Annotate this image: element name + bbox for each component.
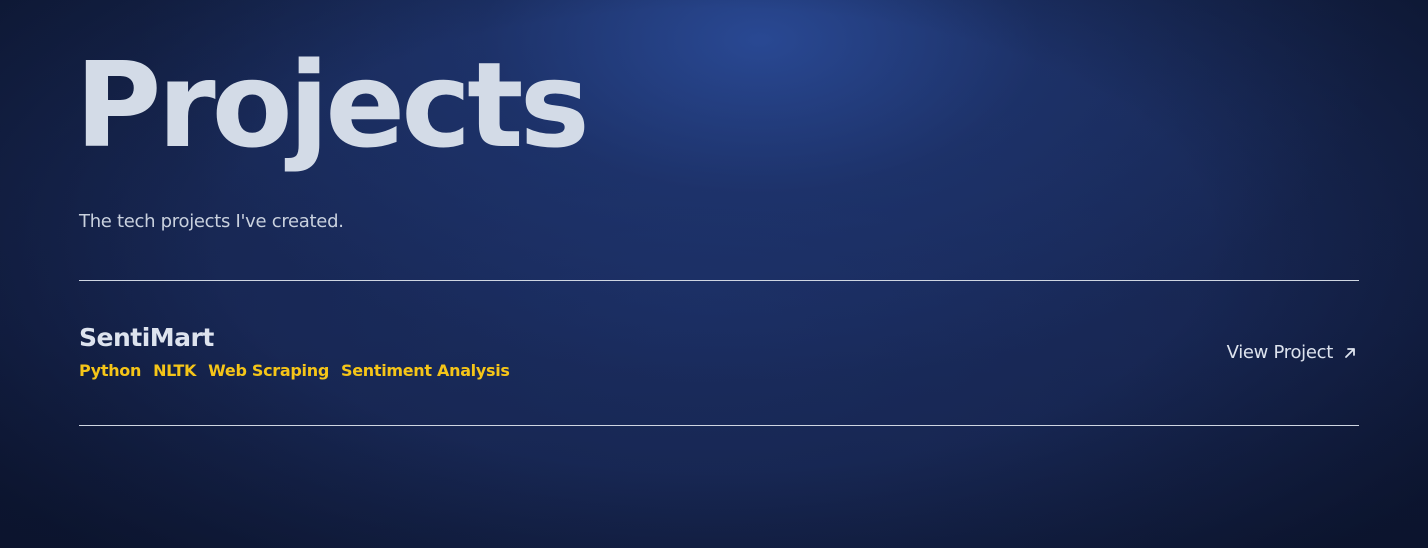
arrow-up-right-icon xyxy=(1345,347,1355,358)
view-project-link[interactable]: View Project xyxy=(1227,342,1357,363)
divider-bottom xyxy=(79,425,1359,426)
tag-sentiment-analysis: Sentiment Analysis xyxy=(340,361,510,380)
page-title: Projects xyxy=(75,36,590,174)
project-row: SentiMart Python NLTK Web Scraping Senti… xyxy=(79,281,1359,425)
page-subtitle: The tech projects I've created. xyxy=(79,211,344,232)
tag-python: Python xyxy=(79,361,142,380)
tag-web-scraping: Web Scraping xyxy=(208,361,329,380)
project-name: SentiMart xyxy=(79,323,214,352)
view-project-label: View Project xyxy=(1226,342,1334,363)
project-tags: Python NLTK Web Scraping Sentiment Analy… xyxy=(79,361,510,380)
tag-nltk: NLTK xyxy=(153,361,197,380)
